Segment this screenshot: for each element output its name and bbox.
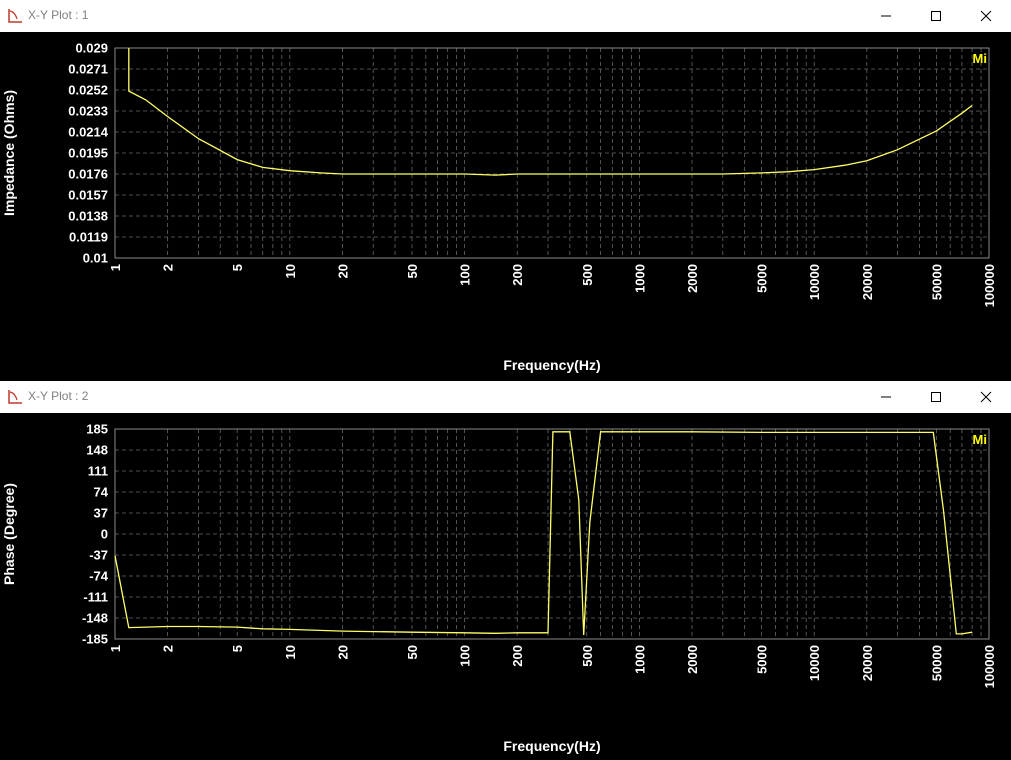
y-tick-label: 0.0233 bbox=[68, 104, 108, 119]
minimize-button[interactable] bbox=[863, 0, 909, 32]
y-tick-label: 0.0157 bbox=[68, 188, 108, 203]
maximize-button[interactable] bbox=[913, 381, 959, 413]
mi-badge: Mi bbox=[973, 432, 987, 447]
x-tick-label: 2 bbox=[161, 264, 176, 271]
maximize-icon bbox=[931, 392, 941, 402]
x-tick-label: 5000 bbox=[755, 645, 770, 674]
x-tick-label: 500 bbox=[580, 645, 595, 667]
y-tick-label: 148 bbox=[86, 443, 108, 458]
x-tick-label: 20 bbox=[335, 645, 350, 659]
x-tick-label: 50000 bbox=[929, 264, 944, 300]
y-tick-label: 0.0252 bbox=[68, 83, 108, 98]
x-tick-label: 10000 bbox=[807, 264, 822, 300]
y-tick-label: 0.01 bbox=[83, 251, 108, 266]
x-tick-label: 2000 bbox=[685, 645, 700, 674]
plot-app-icon bbox=[7, 389, 23, 405]
y-tick-label: -74 bbox=[89, 569, 109, 584]
y-tick-label: 0.0214 bbox=[68, 125, 109, 140]
x-tick-label: 10 bbox=[283, 645, 298, 659]
minimize-icon bbox=[881, 15, 891, 17]
plot-app-icon bbox=[7, 8, 23, 24]
x-axis-label: Frequency(Hz) bbox=[503, 738, 600, 754]
y-tick-label: 0.0195 bbox=[68, 146, 108, 161]
x-tick-label: 5 bbox=[230, 645, 245, 652]
x-tick-label: 2 bbox=[161, 645, 176, 652]
x-tick-label: 20 bbox=[335, 264, 350, 278]
xy-plot-window-2: X-Y Plot : 2 185 148 111 74 37 0 -37 -74 -111 -14… bbox=[0, 381, 1011, 760]
horizontal-gridlines bbox=[115, 68, 989, 238]
x-tick-label: 5 bbox=[230, 264, 245, 271]
y-tick-label: 37 bbox=[94, 506, 108, 521]
x-tick-label: 1000 bbox=[632, 645, 647, 674]
x-tick-label: 2000 bbox=[685, 264, 700, 293]
x-tick-label: 1 bbox=[108, 264, 123, 271]
close-icon bbox=[980, 391, 992, 403]
maximize-button[interactable] bbox=[913, 0, 959, 32]
x-tick-label: 10 bbox=[283, 264, 298, 278]
y-tick-label: 185 bbox=[86, 422, 108, 437]
x-tick-label: 5000 bbox=[755, 264, 770, 293]
series-line bbox=[114, 431, 973, 636]
x-tick-label: 100 bbox=[458, 645, 473, 667]
x-tick-label: 10000 bbox=[807, 645, 822, 681]
impedance-plot: 0.029 0.0271 0.0252 0.0233 0.0214 0.0195 0.017… bbox=[1, 41, 997, 374]
x-tick-label: 1 bbox=[108, 645, 123, 652]
x-axis-label: Frequency(Hz) bbox=[503, 357, 600, 373]
x-tick-label: 20000 bbox=[860, 264, 875, 300]
y-tick-label: 0.0176 bbox=[68, 167, 108, 182]
window-title: X-Y Plot : 2 bbox=[28, 389, 89, 403]
y-axis-label: Impedance (Ohms) bbox=[1, 90, 17, 216]
x-tick-label: 50000 bbox=[929, 645, 944, 681]
close-icon bbox=[980, 10, 992, 22]
mi-badge: Mi bbox=[973, 51, 987, 66]
y-tick-label: 111 bbox=[88, 464, 108, 479]
series-line bbox=[128, 48, 973, 176]
maximize-icon bbox=[931, 11, 941, 21]
y-tick-label: 0.0271 bbox=[68, 62, 108, 77]
x-tick-label: 50 bbox=[405, 264, 420, 278]
y-tick-label: -185 bbox=[82, 632, 108, 647]
y-tick-label: 74 bbox=[94, 485, 109, 500]
x-tick-label: 100000 bbox=[982, 645, 997, 688]
title-bar[interactable]: X-Y Plot : 2 bbox=[0, 381, 1011, 413]
y-tick-label: -148 bbox=[82, 611, 108, 626]
title-bar[interactable]: X-Y Plot : 1 bbox=[0, 0, 1011, 32]
phase-plot: 185 148 111 74 37 0 -37 -74 -111 -148 -1851 2 5 10 20 5… bbox=[1, 422, 997, 755]
x-tick-label: 500 bbox=[580, 264, 595, 286]
x-tick-label: 20000 bbox=[860, 645, 875, 681]
y-tick-label: -111 bbox=[83, 590, 108, 605]
x-tick-label: 200 bbox=[510, 264, 525, 286]
close-button[interactable] bbox=[963, 0, 1009, 32]
window-title: X-Y Plot : 1 bbox=[28, 8, 89, 22]
x-tick-label: 200 bbox=[510, 645, 525, 667]
close-button[interactable] bbox=[963, 381, 1009, 413]
x-tick-label: 50 bbox=[405, 645, 420, 659]
xy-plot-window-1: X-Y Plot : 1 0.029 0.0271 0.0252 0.0233 0.02… bbox=[0, 0, 1011, 380]
y-tick-label: -37 bbox=[89, 548, 108, 563]
minimize-button[interactable] bbox=[863, 381, 909, 413]
x-tick-label: 1000 bbox=[632, 264, 647, 293]
x-tick-label: 100000 bbox=[982, 264, 997, 307]
y-tick-label: 0.029 bbox=[75, 41, 108, 56]
y-tick-label: 0 bbox=[101, 527, 108, 542]
y-axis-label: Phase (Degree) bbox=[1, 483, 17, 585]
minimize-icon bbox=[881, 396, 891, 398]
x-tick-label: 100 bbox=[458, 264, 473, 286]
y-tick-label: 0.0138 bbox=[68, 209, 108, 224]
y-tick-label: 0.0119 bbox=[69, 230, 108, 245]
